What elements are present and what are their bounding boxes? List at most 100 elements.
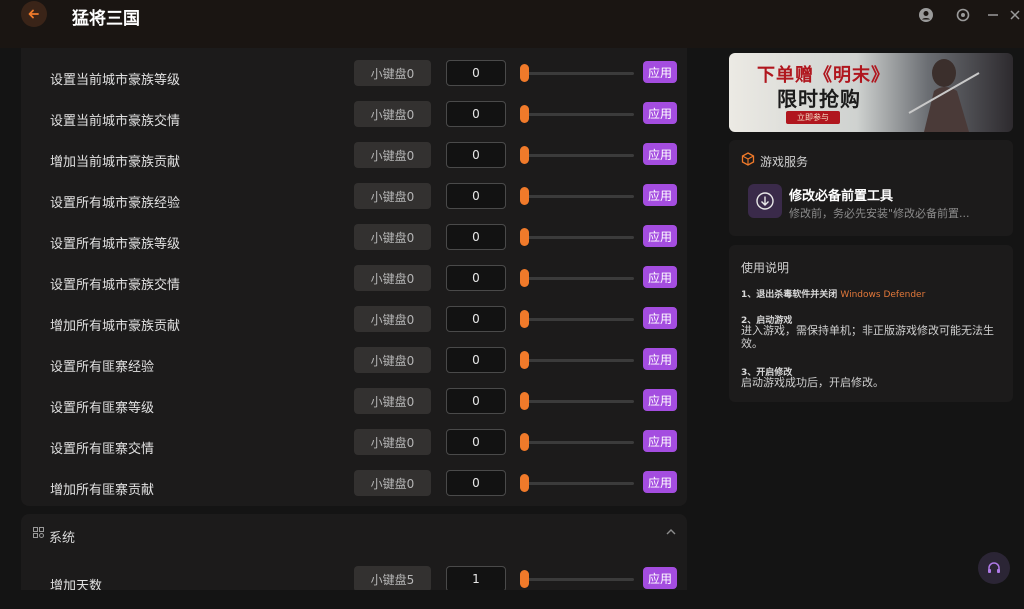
back-button[interactable] xyxy=(21,1,47,27)
value-slider[interactable] xyxy=(521,318,634,321)
apply-button[interactable]: 应用 xyxy=(643,225,677,247)
value-slider[interactable] xyxy=(521,441,634,444)
value-input[interactable]: 1 xyxy=(446,566,506,590)
cheat-row: 增加所有匪寨贡献 小键盘0 0 应用 xyxy=(21,466,687,506)
settings-icon[interactable] xyxy=(954,6,972,24)
value-slider[interactable] xyxy=(521,113,634,116)
download-tool-button[interactable] xyxy=(748,184,782,218)
value-slider[interactable] xyxy=(521,195,634,198)
slider-handle[interactable] xyxy=(520,474,529,492)
hotkey-button[interactable]: 小键盘0 xyxy=(354,265,431,291)
cheat-list-panel: 设置当前城市豪族等级 小键盘0 0 应用 设置当前城市豪族交情 小键盘0 0 应… xyxy=(21,48,687,506)
tool-description: 修改前，务必先安装"修改必备前置... xyxy=(789,207,970,220)
slider-handle[interactable] xyxy=(520,310,529,328)
value-input[interactable]: 0 xyxy=(446,388,506,414)
slider-handle[interactable] xyxy=(520,146,529,164)
value-slider[interactable] xyxy=(521,482,634,485)
service-title: 游戏服务 xyxy=(760,155,809,169)
value-input[interactable]: 0 xyxy=(446,306,506,332)
section-header[interactable]: 系统 xyxy=(21,514,687,556)
value-slider[interactable] xyxy=(521,359,634,362)
user-icon[interactable] xyxy=(917,6,935,24)
slider-handle[interactable] xyxy=(520,433,529,451)
value-slider[interactable] xyxy=(521,578,634,581)
apply-button[interactable]: 应用 xyxy=(643,348,677,370)
hotkey-button[interactable]: 小键盘0 xyxy=(354,347,431,373)
slider-handle[interactable] xyxy=(520,228,529,246)
banner-cta-button[interactable]: 立即参与 xyxy=(786,111,840,124)
value-input[interactable]: 0 xyxy=(446,470,506,496)
cheat-row: 设置所有匪寨经验 小键盘0 0 应用 xyxy=(21,343,687,384)
hotkey-button[interactable]: 小键盘0 xyxy=(354,60,431,86)
hotkey-button[interactable]: 小键盘0 xyxy=(354,101,431,127)
apply-button[interactable]: 应用 xyxy=(643,471,677,493)
chevron-up-icon[interactable] xyxy=(665,528,677,538)
hotkey-button[interactable]: 小键盘0 xyxy=(354,142,431,168)
hotkey-button[interactable]: 小键盘0 xyxy=(354,306,431,332)
cheat-label: 设置所有匪寨交情 xyxy=(50,442,155,457)
slider-handle[interactable] xyxy=(520,392,529,410)
apply-button[interactable]: 应用 xyxy=(643,61,677,83)
promo-banner[interactable]: 下单赠《明末》 限时抢购 立即参与 xyxy=(729,53,1013,132)
box-icon xyxy=(741,152,755,166)
hotkey-button[interactable]: 小键盘0 xyxy=(354,388,431,414)
value-input[interactable]: 0 xyxy=(446,347,506,373)
cheat-row: 设置所有匪寨等级 小键盘0 0 应用 xyxy=(21,384,687,425)
hotkey-button[interactable]: 小键盘0 xyxy=(354,429,431,455)
cheat-row: 设置所有城市豪族等级 小键盘0 0 应用 xyxy=(21,220,687,261)
apply-button[interactable]: 应用 xyxy=(643,430,677,452)
cheat-row: 增加天数 小键盘5 1 应用 xyxy=(21,562,687,590)
cheat-label: 设置所有城市豪族交情 xyxy=(50,278,181,293)
value-input[interactable]: 0 xyxy=(446,183,506,209)
hotkey-button[interactable]: 小键盘5 xyxy=(354,566,431,590)
value-slider[interactable] xyxy=(521,400,634,403)
cheat-label: 设置当前城市豪族交情 xyxy=(50,114,181,129)
slider-handle[interactable] xyxy=(520,105,529,123)
apply-button[interactable]: 应用 xyxy=(643,266,677,288)
close-icon[interactable] xyxy=(1006,6,1024,24)
slider-handle[interactable] xyxy=(520,187,529,205)
apply-button[interactable]: 应用 xyxy=(643,143,677,165)
apply-button[interactable]: 应用 xyxy=(643,567,677,589)
hotkey-button[interactable]: 小键盘0 xyxy=(354,470,431,496)
slider-handle[interactable] xyxy=(520,570,529,588)
value-input[interactable]: 0 xyxy=(446,265,506,291)
value-input[interactable]: 0 xyxy=(446,60,506,86)
tool-title[interactable]: 修改必备前置工具 xyxy=(789,185,893,204)
value-input[interactable]: 0 xyxy=(446,224,506,250)
cheat-row: 设置所有城市豪族交情 小键盘0 0 应用 xyxy=(21,261,687,302)
slider-handle[interactable] xyxy=(520,64,529,82)
windows-defender-link: Windows Defender xyxy=(840,290,926,300)
apply-button[interactable]: 应用 xyxy=(643,102,677,124)
cheat-label: 增加所有匪寨贡献 xyxy=(50,483,155,498)
cheat-label: 增加天数 xyxy=(50,579,103,590)
apply-button[interactable]: 应用 xyxy=(643,307,677,329)
instructions-card: 使用说明 1、退出杀毒软件并关闭 Windows Defender 2、启动游戏… xyxy=(729,245,1013,402)
hotkey-button[interactable]: 小键盘0 xyxy=(354,183,431,209)
step-3-body: 启动游戏成功后，开启修改。 xyxy=(741,376,884,389)
game-service-card: 游戏服务 修改必备前置工具 修改前，务必先安装"修改必备前置... xyxy=(729,140,1013,236)
cheat-row: 增加当前城市豪族贡献 小键盘0 0 应用 xyxy=(21,138,687,179)
value-slider[interactable] xyxy=(521,154,634,157)
value-slider[interactable] xyxy=(521,277,634,280)
slider-handle[interactable] xyxy=(520,269,529,287)
apply-button[interactable]: 应用 xyxy=(643,389,677,411)
hotkey-button[interactable]: 小键盘0 xyxy=(354,224,431,250)
title-bar: 猛将三国 xyxy=(0,0,1024,48)
value-input[interactable]: 0 xyxy=(446,101,506,127)
value-input[interactable]: 0 xyxy=(446,429,506,455)
instructions-title: 使用说明 xyxy=(741,261,790,275)
cheat-row: 设置当前城市豪族交情 小键盘0 0 应用 xyxy=(21,97,687,138)
cheat-label: 增加当前城市豪族贡献 xyxy=(50,155,181,170)
grid-icon xyxy=(33,527,44,538)
apply-button[interactable]: 应用 xyxy=(643,184,677,206)
minimize-icon[interactable] xyxy=(984,6,1002,24)
support-button[interactable] xyxy=(978,552,1010,584)
value-slider[interactable] xyxy=(521,236,634,239)
character-art-icon xyxy=(908,59,980,132)
value-input[interactable]: 0 xyxy=(446,142,506,168)
slider-handle[interactable] xyxy=(520,351,529,369)
arrow-left-icon xyxy=(28,9,39,19)
cheat-row: 设置所有城市豪族经验 小键盘0 0 应用 xyxy=(21,179,687,220)
value-slider[interactable] xyxy=(521,72,634,75)
